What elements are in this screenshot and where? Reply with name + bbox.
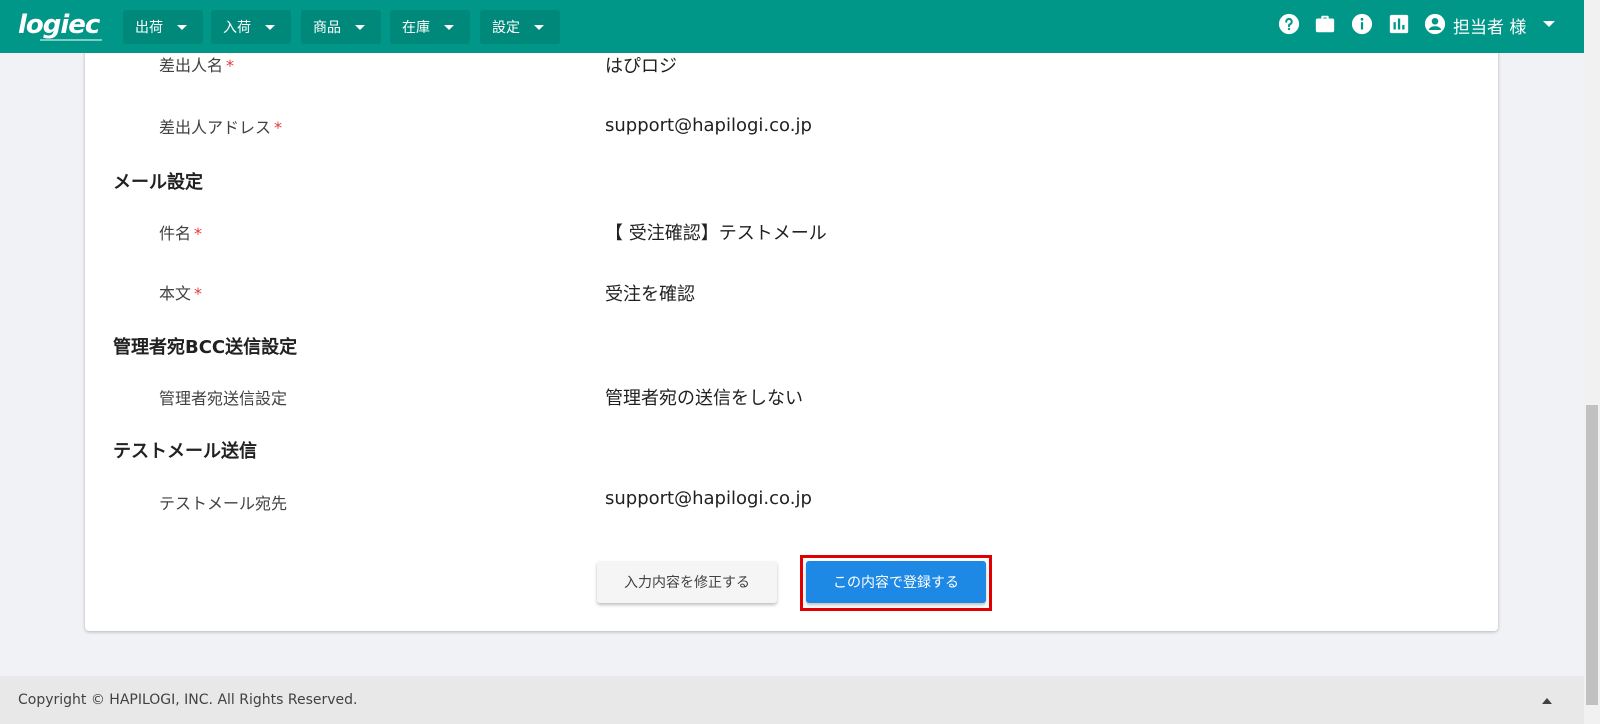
chevron-down-icon [265, 24, 275, 30]
test-mail-recipient-label: テストメール宛先 [159, 494, 288, 513]
sender-name-label: 差出人名 * [159, 56, 235, 75]
sender-name-value: はぴロジ [605, 56, 677, 77]
edit-input-button[interactable]: 入力内容を修正する [597, 561, 777, 603]
required-mark: * [194, 224, 203, 243]
required-mark: * [226, 56, 235, 75]
required-mark: * [194, 284, 203, 303]
nav-menu-settings[interactable]: 設定 [480, 10, 560, 44]
account-icon[interactable] [1424, 13, 1446, 35]
scrollbar-thumb[interactable] [1586, 405, 1598, 705]
test-mail-recipient-value: support@hapilogi.co.jp [605, 488, 812, 509]
nav-menu-label: 商品 [313, 20, 341, 36]
scroll-to-top-icon[interactable] [1542, 698, 1552, 704]
chevron-down-icon [355, 24, 365, 30]
section-heading-test-mail: テストメール送信 [113, 441, 257, 462]
footer: Copyright © HAPILOGI, INC. All Rights Re… [0, 676, 1584, 724]
top-navbar: logiec 出荷 入荷 商品 在庫 設定 担当者 様 [0, 0, 1584, 53]
subject-label: 件名 * [159, 224, 203, 243]
required-mark: * [274, 118, 283, 137]
nav-menu-shipping[interactable]: 出荷 [123, 10, 203, 44]
nav-menu-label: 在庫 [402, 20, 430, 36]
register-button[interactable]: この内容で登録する [806, 561, 986, 603]
chevron-down-icon[interactable] [1543, 21, 1555, 27]
nav-menu-inventory[interactable]: 在庫 [390, 10, 470, 44]
logo[interactable]: logiec [18, 10, 100, 40]
user-name[interactable]: 担当者 様 [1453, 13, 1526, 38]
chevron-down-icon [444, 24, 454, 30]
nav-menu-label: 入荷 [223, 20, 251, 36]
body-label: 本文 * [159, 284, 203, 303]
body-value: 受注を確認 [605, 284, 695, 305]
bcc-setting-value: 管理者宛の送信をしない [605, 388, 803, 409]
confirmation-card [85, 20, 1498, 631]
logo-underline [40, 39, 102, 41]
info-icon[interactable] [1351, 13, 1373, 35]
subject-value: 【 受注確認】テストメール [605, 223, 827, 244]
nav-menu-label: 設定 [492, 20, 520, 36]
copyright-text: Copyright © HAPILOGI, INC. All Rights Re… [18, 692, 358, 708]
sender-address-label: 差出人アドレス * [159, 118, 283, 137]
nav-menu-products[interactable]: 商品 [301, 10, 381, 44]
sender-address-value: support@hapilogi.co.jp [605, 115, 812, 136]
help-icon[interactable] [1278, 13, 1300, 35]
nav-menu-receiving[interactable]: 入荷 [211, 10, 291, 44]
chevron-down-icon [534, 24, 544, 30]
section-heading-mail: メール設定 [113, 172, 203, 193]
briefcase-icon[interactable] [1314, 13, 1336, 35]
section-heading-bcc: 管理者宛BCC送信設定 [113, 337, 298, 358]
chevron-down-icon [177, 24, 187, 30]
chart-icon[interactable] [1388, 13, 1410, 35]
nav-menu-label: 出荷 [135, 20, 163, 36]
scrollbar[interactable] [1584, 0, 1600, 724]
bcc-setting-label: 管理者宛送信設定 [159, 389, 288, 408]
